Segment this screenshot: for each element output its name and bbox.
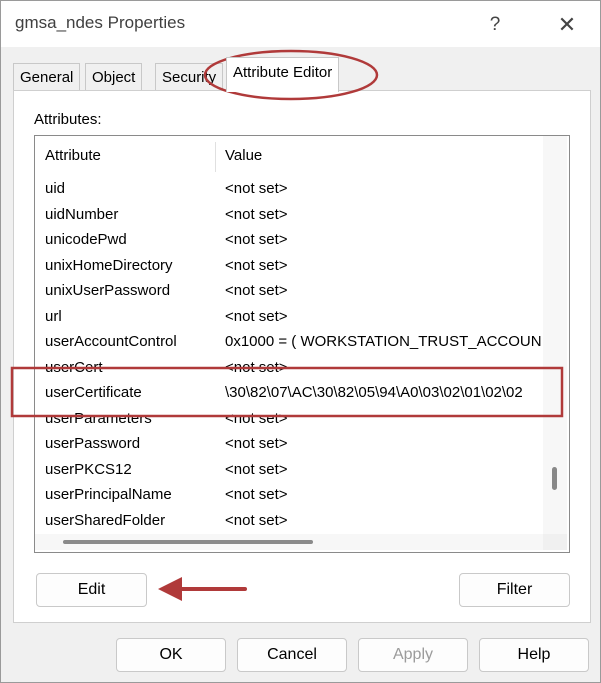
table-row[interactable]: userPassword <not set> [35,431,543,457]
table-row[interactable]: uidNumber <not set> [35,202,543,228]
attribute-value: <not set> [225,307,288,325]
attribute-name: unicodePwd [45,231,127,248]
attribute-value: \30\82\07\AC\30\82\05\94\A0\03\02\01\02\… [225,384,523,401]
horizontal-scrollbar[interactable] [35,534,567,550]
tab-security[interactable]: Security [155,63,224,91]
attribute-name: userPKCS12 [45,460,132,478]
title-bar: gmsa_ndes Properties ? ✕ [1,1,600,47]
scroll-corner [543,534,567,550]
apply-button[interactable]: Apply [358,638,468,672]
attribute-name: userParameters [45,409,152,427]
help-button[interactable]: Help [479,638,589,672]
table-row[interactable]: userCertificate \30\82\07\AC\30\82\05\94\… [35,380,543,406]
attribute-value: <not set> [225,511,288,529]
tab-general[interactable]: General [13,63,81,91]
column-header-attribute[interactable]: Attribute [45,147,101,164]
attribute-name: userPassword [45,435,141,452]
filter-button[interactable]: Filter [459,573,570,607]
attribute-name: unixHomeDirectory [45,256,173,274]
table-row[interactable]: userPrincipalName <not set> [35,482,543,508]
help-icon[interactable]: ? [475,9,515,41]
cancel-button[interactable]: Cancel [237,638,347,672]
table-row[interactable]: uid <not set> [35,176,543,202]
table-row[interactable]: userSharedFolder <not set> [35,508,543,534]
table-row[interactable]: url <not set> [35,304,543,330]
table-row[interactable]: userParameters <not set> [35,406,543,432]
column-header-value[interactable]: Value [225,147,262,164]
close-icon[interactable]: ✕ [547,9,587,41]
attribute-name: unixUserPassword [45,282,171,299]
attribute-value: <not set> [225,231,288,248]
attribute-name: uidNumber [45,205,119,223]
attribute-name: userCert [45,358,103,376]
attribute-name: uid [45,180,66,197]
ok-button[interactable]: OK [116,638,226,672]
attribute-value: <not set> [225,358,288,376]
attributes-label: Attributes: [34,111,102,128]
horizontal-scroll-thumb[interactable] [63,540,313,544]
attribute-value: <not set> [225,486,288,503]
table-row[interactable]: unixUserPassword <not set> [35,278,543,304]
tab-attribute-editor[interactable]: Attribute Editor [226,57,340,92]
tab-object[interactable]: Object [85,63,143,91]
attribute-name: url [45,307,62,325]
table-row[interactable]: userPKCS12 <not set> [35,457,543,483]
table-row[interactable]: unixHomeDirectory <not set> [35,253,543,279]
vertical-scrollbar[interactable] [543,136,567,534]
attribute-value: 0x1000 = ( WORKSTATION_TRUST_ACCOUNT ) [225,333,541,350]
attribute-value: <not set> [225,435,288,452]
attribute-value: <not set> [225,256,288,274]
attributes-list[interactable]: Attribute Value uid <not set> uidNumber <no… [34,135,570,553]
list-rows: uid <not set> uidNumber <not set> unicodePwd… [35,176,543,533]
edit-button[interactable]: Edit [36,573,147,607]
attribute-value: <not set> [225,460,288,478]
attribute-value: <not set> [225,205,288,223]
attribute-value: <not set> [225,409,288,427]
list-header: Attribute Value [35,136,543,176]
attribute-name: userSharedFolder [45,511,166,529]
column-separator[interactable] [215,142,216,172]
attribute-value: <not set> [225,180,288,197]
properties-dialog: gmsa_ndes Properties ? ✕ General Object … [0,0,601,683]
table-row[interactable]: userAccountControl 0x1000 = ( WORKSTATION… [35,329,543,355]
attribute-name: userPrincipalName [45,486,172,503]
attribute-name: userCertificate [45,384,142,401]
table-row[interactable]: userCert <not set> [35,355,543,381]
window-title: gmsa_ndes Properties [15,13,186,32]
vertical-scroll-thumb[interactable] [552,467,557,491]
attribute-editor-panel: Attributes: Attribute Value uid <not set>… [13,90,591,623]
attribute-name: userAccountControl [45,333,177,350]
table-row[interactable]: unicodePwd <not set> [35,227,543,253]
attribute-value: <not set> [225,282,288,299]
